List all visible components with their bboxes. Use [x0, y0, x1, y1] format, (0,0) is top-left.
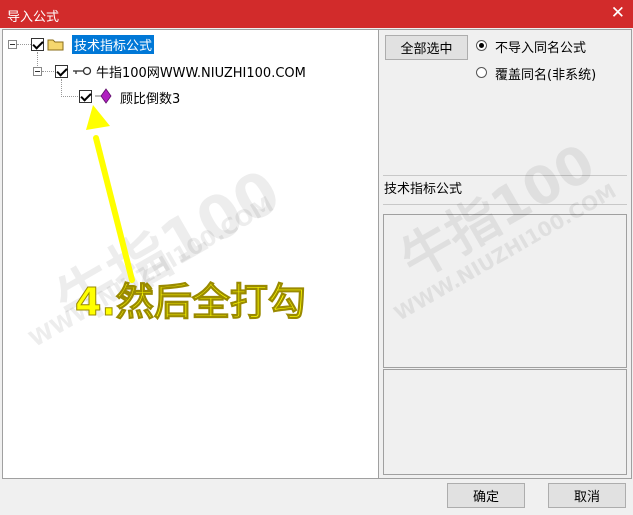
formula-detail-box[interactable] — [383, 369, 627, 475]
formula-description-box[interactable] — [383, 214, 627, 368]
tree-connector — [61, 79, 62, 97]
tree-connector — [17, 44, 31, 45]
tree-connector — [61, 96, 78, 97]
tree-connector — [42, 71, 54, 72]
window-title: 导入公式 — [7, 10, 60, 25]
tree-group-label[interactable]: 牛指100网WWW.NIUZHI100.COM — [96, 62, 306, 81]
group-checkbox[interactable] — [55, 65, 68, 78]
select-all-button[interactable]: 全部选中 — [385, 35, 468, 60]
ok-button[interactable]: 确定 — [447, 483, 525, 508]
folder-icon — [47, 39, 64, 51]
radio-no-import-label[interactable]: 不导入同名公式 — [495, 37, 586, 56]
cancel-button[interactable]: 取消 — [548, 483, 626, 508]
root-checkbox[interactable] — [31, 38, 44, 51]
close-icon[interactable]: ✕ — [611, 3, 625, 23]
tree-connector — [37, 52, 38, 68]
radio-overwrite-label[interactable]: 覆盖同名(非系统) — [495, 64, 596, 83]
radio-no-import[interactable] — [476, 40, 487, 51]
key-icon — [73, 66, 92, 76]
divider — [383, 204, 627, 205]
divider — [383, 175, 627, 176]
options-panel: 全部选中 不导入同名公式 覆盖同名(非系统) 技术指标公式 牛指100 WWW.… — [378, 29, 632, 479]
annotation-arrow-icon — [86, 105, 135, 283]
collapse-group-icon[interactable] — [33, 67, 42, 76]
radio-overwrite[interactable] — [476, 67, 487, 78]
tree-root-label[interactable]: 技术指标公式 — [72, 35, 155, 54]
annotation-text: 4.然后全打勾 — [75, 280, 307, 325]
category-label: 技术指标公式 — [384, 182, 463, 197]
title-bar: 导入公式 ✕ — [0, 0, 633, 28]
formula-tree[interactable]: 牛指100 WWW.NIUZHI100.COM 技术指标公式 牛指100网WWW… — [2, 29, 379, 479]
collapse-root-icon[interactable] — [8, 40, 17, 49]
